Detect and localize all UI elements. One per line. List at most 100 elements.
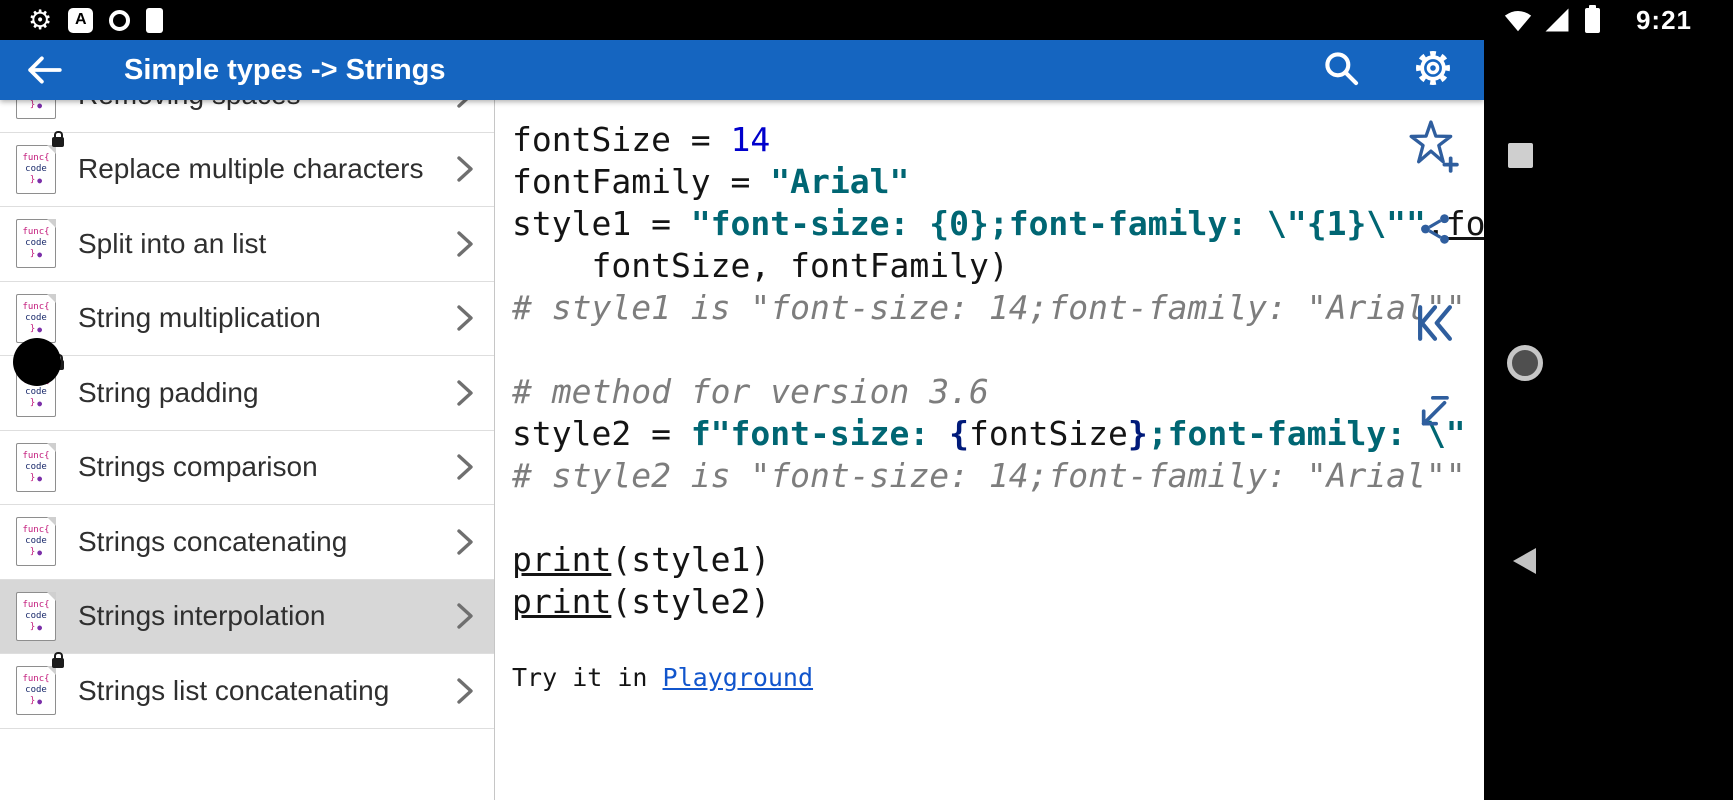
code-line: fontSize = 14 xyxy=(512,119,1484,161)
search-icon xyxy=(1325,51,1359,85)
sidebar-item-strings-comparison[interactable]: func{ code } ● Strings comparison xyxy=(0,430,494,505)
sidebar-item-string-multiplication[interactable]: func{ code } ● String multiplication xyxy=(0,281,494,356)
code-line: print(style2) xyxy=(512,581,1484,623)
sidebar-item-split-into-an-list[interactable]: func{ code } ● Split into an list xyxy=(0,207,494,282)
code-line: # method for version 3.6 xyxy=(512,371,1484,413)
code-token: fontSize = xyxy=(512,120,731,159)
status-clock: 9:21 xyxy=(1635,4,1692,35)
search-button[interactable] xyxy=(1322,49,1360,92)
topic-label: Replace multiple characters xyxy=(78,153,424,185)
phone-screen: ⚙ A 9:21 Simple types -> Strings} ● fun… xyxy=(0,0,1733,800)
code-token: # method for version 3.6 xyxy=(512,372,989,411)
playground-link[interactable]: Playground xyxy=(663,663,814,692)
code-doc-icon: func{ code }● xyxy=(16,591,56,641)
chevron-right-icon xyxy=(457,305,473,331)
lock-icon xyxy=(52,652,64,669)
code-line: # style2 is "font-size: 14;font-family: … xyxy=(512,455,1484,497)
code-token: fontSize xyxy=(968,414,1128,453)
circle-notification-icon xyxy=(109,9,131,31)
code-token: 14 xyxy=(730,120,771,159)
code-line: style1 = "font-size: {0};font-family: \"… xyxy=(512,203,1484,245)
card-notification-icon xyxy=(146,7,164,33)
skip-to-start-button[interactable] xyxy=(1412,302,1458,349)
code-token: # style2 is "font-size: 14;font-family: … xyxy=(512,456,1466,495)
touch-indicator-dot xyxy=(13,338,61,386)
page-title: Simple types -> Strings xyxy=(124,53,446,86)
topic-label: Strings comparison xyxy=(78,451,318,483)
topic-label: Strings concatenating xyxy=(78,525,348,557)
battery-icon xyxy=(1584,4,1600,33)
code-doc-icon: func{ code }● xyxy=(16,293,56,343)
main-content: func{ code }● Removing spaces func{ code… xyxy=(0,100,1484,800)
status-notification-icons: ⚙ A xyxy=(28,0,164,40)
settings-button[interactable] xyxy=(1412,47,1454,94)
status-system-icons: 9:21 xyxy=(1503,0,1692,40)
recents-button[interactable] xyxy=(1508,143,1533,168)
try-it-line: Try it in Playground xyxy=(512,663,813,692)
wifi-icon xyxy=(1504,10,1532,32)
code-panel[interactable]: fontSize = 14 fontFamily = "Arial" style1 … xyxy=(495,100,1484,800)
code-token: "Arial" xyxy=(770,162,910,201)
add-favorite-button[interactable] xyxy=(1406,120,1460,179)
collapse-corner-button[interactable] xyxy=(1412,392,1452,437)
topic-label: Strings list concatenating xyxy=(78,674,390,706)
chevron-right-icon xyxy=(457,100,468,108)
topic-label: String multiplication xyxy=(78,302,321,334)
code-token: style2 = xyxy=(512,414,691,453)
status-bar: ⚙ A 9:21 xyxy=(0,0,1733,40)
topic-label: String padding xyxy=(78,376,259,408)
chevron-right-icon xyxy=(457,380,473,406)
sidebar-item-string-padding[interactable]: func{ code }● String padding xyxy=(0,354,494,431)
home-button[interactable] xyxy=(1507,345,1543,381)
code-line: fontSize, fontFamily) xyxy=(512,245,1484,287)
share-button[interactable] xyxy=(1416,210,1454,253)
star-plus-icon xyxy=(1409,120,1459,173)
chevron-right-icon xyxy=(457,454,473,480)
skip-to-start-icon xyxy=(1418,305,1452,341)
sidebar-item-removing-spaces[interactable]: func{ code }● Removing spaces xyxy=(0,100,494,133)
code-link[interactable]: print xyxy=(512,540,611,579)
code-line: fontFamily = "Arial" xyxy=(512,161,1484,203)
letter-a-notification-icon: A xyxy=(68,7,94,33)
topics-sidebar[interactable]: func{ code }● Removing spaces func{ code… xyxy=(0,100,495,800)
code-token: # style1 is "font-size: 14;font-family: … xyxy=(512,288,1466,327)
code-token: (style1) xyxy=(611,540,771,579)
chevron-right-icon xyxy=(457,529,473,555)
code-line: style2 = f"font-size: {fontSize};font-fa… xyxy=(512,413,1484,455)
code-doc-icon: func{ code }● xyxy=(16,130,64,194)
try-it-text: Try it in xyxy=(512,663,663,692)
android-nav-bar xyxy=(1484,40,1733,800)
nav-back-button[interactable] xyxy=(1513,548,1536,574)
code-token: } xyxy=(1127,414,1148,453)
code-doc-icon: func{ code }● xyxy=(16,517,56,567)
chevron-right-icon xyxy=(457,231,473,257)
sidebar-item-strings-concatenating[interactable]: func{ code } ● Strings concatenating xyxy=(0,505,494,580)
share-icon xyxy=(1421,214,1449,244)
code-link[interactable]: print xyxy=(512,582,611,621)
cellular-signal-icon xyxy=(1545,8,1569,32)
chevron-right-icon xyxy=(457,678,473,704)
code-doc-icon: func{ code }● xyxy=(16,652,64,716)
code-token: "font-size: {0};font-family: \"{1}\"" xyxy=(690,204,1426,243)
code-line: print(style1) xyxy=(512,539,1484,581)
sidebar-item-replace-multiple-characters[interactable]: func{ code } ● Replace multiple character… xyxy=(0,130,494,207)
code-token: (style2) xyxy=(611,582,771,621)
chevron-right-icon xyxy=(457,603,473,629)
code-token: f"font-size: xyxy=(690,414,950,453)
code-block: fontSize = 14 fontFamily = "Arial" style1 … xyxy=(512,119,1484,623)
code-token: fontSize, fontFamily) xyxy=(512,246,1009,285)
code-token: fontFamily = xyxy=(512,162,771,201)
topic-label: Removing spaces xyxy=(78,100,454,111)
code-line: # style1 is "font-size: 14;font-family: … xyxy=(512,287,1484,329)
back-arrow-icon xyxy=(28,56,62,84)
diagonal-arrow-icon xyxy=(1421,396,1449,426)
gear-notification-icon: ⚙ xyxy=(28,5,53,35)
lock-icon xyxy=(52,130,64,147)
sidebar-item-strings-list-concatenating[interactable]: func{ code } ● Strings list concatenating xyxy=(0,652,494,729)
code-doc-icon: func{ code }● xyxy=(16,100,56,120)
back-button[interactable] xyxy=(26,54,66,86)
chevron-right-icon xyxy=(457,156,473,182)
sidebar-item-strings-interpolation[interactable]: func{ code } ● Strings interpolation xyxy=(0,579,494,654)
code-token: { xyxy=(949,414,969,453)
